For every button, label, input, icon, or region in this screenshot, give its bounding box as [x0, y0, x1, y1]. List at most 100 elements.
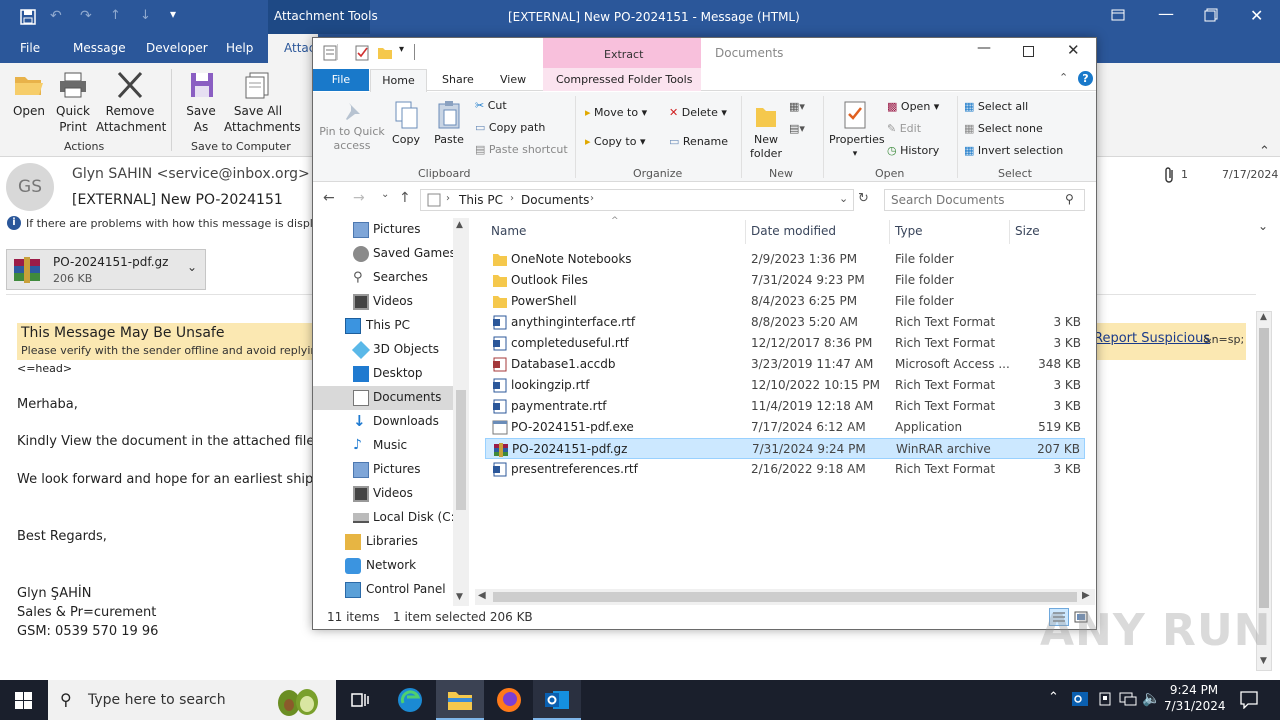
- save-all-attachments-button[interactable]: Save All Attachments: [224, 71, 301, 135]
- restore-icon[interactable]: [1204, 8, 1218, 22]
- taskbar-explorer[interactable]: [436, 680, 484, 720]
- table-row[interactable]: completeduseful.rtf 12/12/2017 8:36 PM Ric…: [485, 333, 1085, 354]
- nav-pictures[interactable]: Pictures: [313, 218, 453, 242]
- copy-button[interactable]: Copy: [389, 100, 423, 147]
- new-item-icon[interactable]: ▦▾: [789, 100, 805, 113]
- scroll-right-icon[interactable]: ▶: [1082, 590, 1090, 601]
- col-divider[interactable]: [745, 220, 746, 244]
- save-as-button[interactable]: Save As: [180, 71, 222, 135]
- col-date-modified[interactable]: Date modified: [751, 224, 836, 238]
- col-size[interactable]: Size: [1015, 224, 1040, 238]
- rename-button[interactable]: ▭ Rename: [669, 135, 728, 149]
- tray-overflow-icon[interactable]: ⌃: [1048, 690, 1059, 705]
- info-bar-text[interactable]: If there are problems with how this mess…: [26, 217, 340, 230]
- attachment-chip[interactable]: PO-2024151-pdf.gz 206 KB ⌄: [6, 249, 206, 290]
- select-all-button[interactable]: ▦ Select all: [964, 100, 1028, 114]
- easy-access-icon[interactable]: ▤▾: [789, 122, 805, 135]
- tray-device-icon[interactable]: [1097, 691, 1113, 707]
- scroll-thumb[interactable]: [1259, 328, 1269, 608]
- quick-print-button[interactable]: Quick Print: [52, 71, 94, 135]
- nav-searches[interactable]: ⚲ Searches: [313, 266, 453, 290]
- undo-icon[interactable]: ↶: [50, 8, 62, 24]
- scroll-left-icon[interactable]: ◀: [478, 590, 486, 601]
- menu-message[interactable]: Message: [73, 41, 126, 55]
- nav-videos-2[interactable]: Videos: [313, 482, 453, 506]
- search-box[interactable]: ⚲: [884, 189, 1085, 211]
- menu-developer[interactable]: Developer: [146, 41, 208, 55]
- search-input[interactable]: [891, 192, 1061, 208]
- attachment-dropdown-icon[interactable]: ⌄: [187, 260, 197, 274]
- copy-path-button[interactable]: ▭ Copy path: [475, 121, 545, 135]
- minimize-icon[interactable]: —: [1158, 4, 1174, 23]
- scroll-up-icon[interactable]: ▲: [1260, 312, 1267, 322]
- history-button[interactable]: ◷ History: [887, 144, 939, 158]
- menu-file[interactable]: File: [20, 41, 40, 55]
- tab-share[interactable]: Share: [442, 73, 474, 92]
- forward-arrow-icon[interactable]: →: [353, 190, 365, 206]
- new-folder-qat-icon[interactable]: [377, 46, 393, 60]
- nav-this-pc[interactable]: This PC: [313, 314, 453, 338]
- invert-selection-button[interactable]: ▦ Invert selection: [964, 144, 1063, 158]
- remove-attachment-button[interactable]: Remove Attachment: [96, 71, 166, 135]
- up-folder-icon[interactable]: ↑: [399, 190, 411, 206]
- nav-libraries[interactable]: Libraries: [313, 530, 453, 554]
- tray-clock[interactable]: 9:24 PM 7/31/2024: [1164, 683, 1226, 713]
- nav-scroll-up-icon[interactable]: ▲: [456, 220, 463, 230]
- tray-outlook-icon[interactable]: [1072, 691, 1088, 707]
- file-list-h-scrollbar[interactable]: ◀ ▶: [475, 589, 1095, 605]
- taskbar-search-box[interactable]: ⚲ Type here to search: [48, 680, 336, 720]
- edge-icon[interactable]: [397, 687, 423, 713]
- col-divider[interactable]: [889, 220, 890, 244]
- table-row[interactable]: anythinginterface.rtf 8/8/2023 5:20 AM Ric…: [485, 312, 1085, 333]
- address-bar[interactable]: › This PC › Documents › ⌄: [420, 189, 854, 211]
- nav-network[interactable]: Network: [313, 554, 453, 578]
- network-icon[interactable]: [1119, 691, 1137, 707]
- breadcrumb-documents[interactable]: Documents: [521, 193, 589, 207]
- new-folder-button[interactable]: New folder: [747, 100, 785, 161]
- taskbar-outlook[interactable]: [533, 680, 581, 720]
- breadcrumb-this-pc[interactable]: This PC: [459, 193, 503, 207]
- refresh-icon[interactable]: ↻: [858, 191, 869, 206]
- nav-music[interactable]: ♪ Music: [313, 434, 453, 458]
- search-icon[interactable]: ⚲: [1065, 192, 1074, 206]
- tab-home[interactable]: Home: [370, 69, 427, 92]
- help-icon[interactable]: ?: [1078, 71, 1093, 86]
- report-suspicious-link[interactable]: Report Suspicious: [1094, 331, 1210, 346]
- pin-quick-access-button[interactable]: Pin to Quick access: [319, 100, 385, 153]
- paste-shortcut-button[interactable]: ▤ Paste shortcut: [475, 143, 568, 157]
- qat-dropdown-icon[interactable]: ▾: [399, 44, 404, 55]
- table-row[interactable]: PO-2024151-pdf.exe 7/17/2024 6:12 AM Appli…: [485, 417, 1085, 438]
- check-qat-icon[interactable]: [355, 45, 369, 61]
- ribbon-display-icon[interactable]: [1111, 8, 1125, 22]
- edit-button[interactable]: ✎ Edit: [887, 122, 921, 136]
- open-button[interactable]: Open: [10, 71, 48, 119]
- notifications-icon[interactable]: [1240, 691, 1258, 709]
- nav-scrollbar[interactable]: ▲ ▼: [453, 218, 469, 606]
- table-row[interactable]: Database1.accdb 3/23/2019 11:47 AM Microso…: [485, 354, 1085, 375]
- ribbon-collapse-icon[interactable]: ⌃: [1059, 71, 1068, 84]
- h-scroll-thumb[interactable]: [493, 592, 1077, 602]
- properties-qat-icon[interactable]: [323, 45, 337, 61]
- table-row[interactable]: PowerShell 8/4/2023 6:25 PM File folder: [485, 291, 1085, 312]
- expand-header-icon[interactable]: ⌄: [1258, 219, 1268, 233]
- menu-help[interactable]: Help: [226, 41, 253, 55]
- up-arrow-icon[interactable]: ↑: [110, 8, 121, 23]
- nav-3d-objects[interactable]: 3D Objects: [313, 338, 453, 362]
- volume-icon[interactable]: 🔈: [1142, 689, 1161, 707]
- nav-pictures-2[interactable]: Pictures: [313, 458, 453, 482]
- paste-button[interactable]: Paste: [430, 100, 468, 147]
- nav-scroll-thumb[interactable]: [456, 390, 466, 510]
- collapse-header-icon[interactable]: ⌃: [1259, 144, 1270, 159]
- select-none-button[interactable]: ▦ Select none: [964, 122, 1043, 136]
- close-icon[interactable]: ✕: [1250, 6, 1263, 25]
- move-to-button[interactable]: ▸ Move to ▾: [585, 106, 647, 120]
- nav-downloads[interactable]: ↓ Downloads: [313, 410, 453, 434]
- col-type[interactable]: Type: [895, 224, 923, 238]
- table-row[interactable]: OneNote Notebooks 2/9/2023 1:36 PM File fo…: [485, 249, 1085, 270]
- nav-videos[interactable]: Videos: [313, 290, 453, 314]
- customize-qat-icon[interactable]: ▾: [170, 7, 176, 21]
- explorer-maximize-icon[interactable]: [1023, 46, 1034, 57]
- table-row[interactable]: Outlook Files 7/31/2024 9:23 PM File folde…: [485, 270, 1085, 291]
- explorer-minimize-icon[interactable]: —: [977, 40, 991, 56]
- tab-view[interactable]: View: [500, 73, 526, 92]
